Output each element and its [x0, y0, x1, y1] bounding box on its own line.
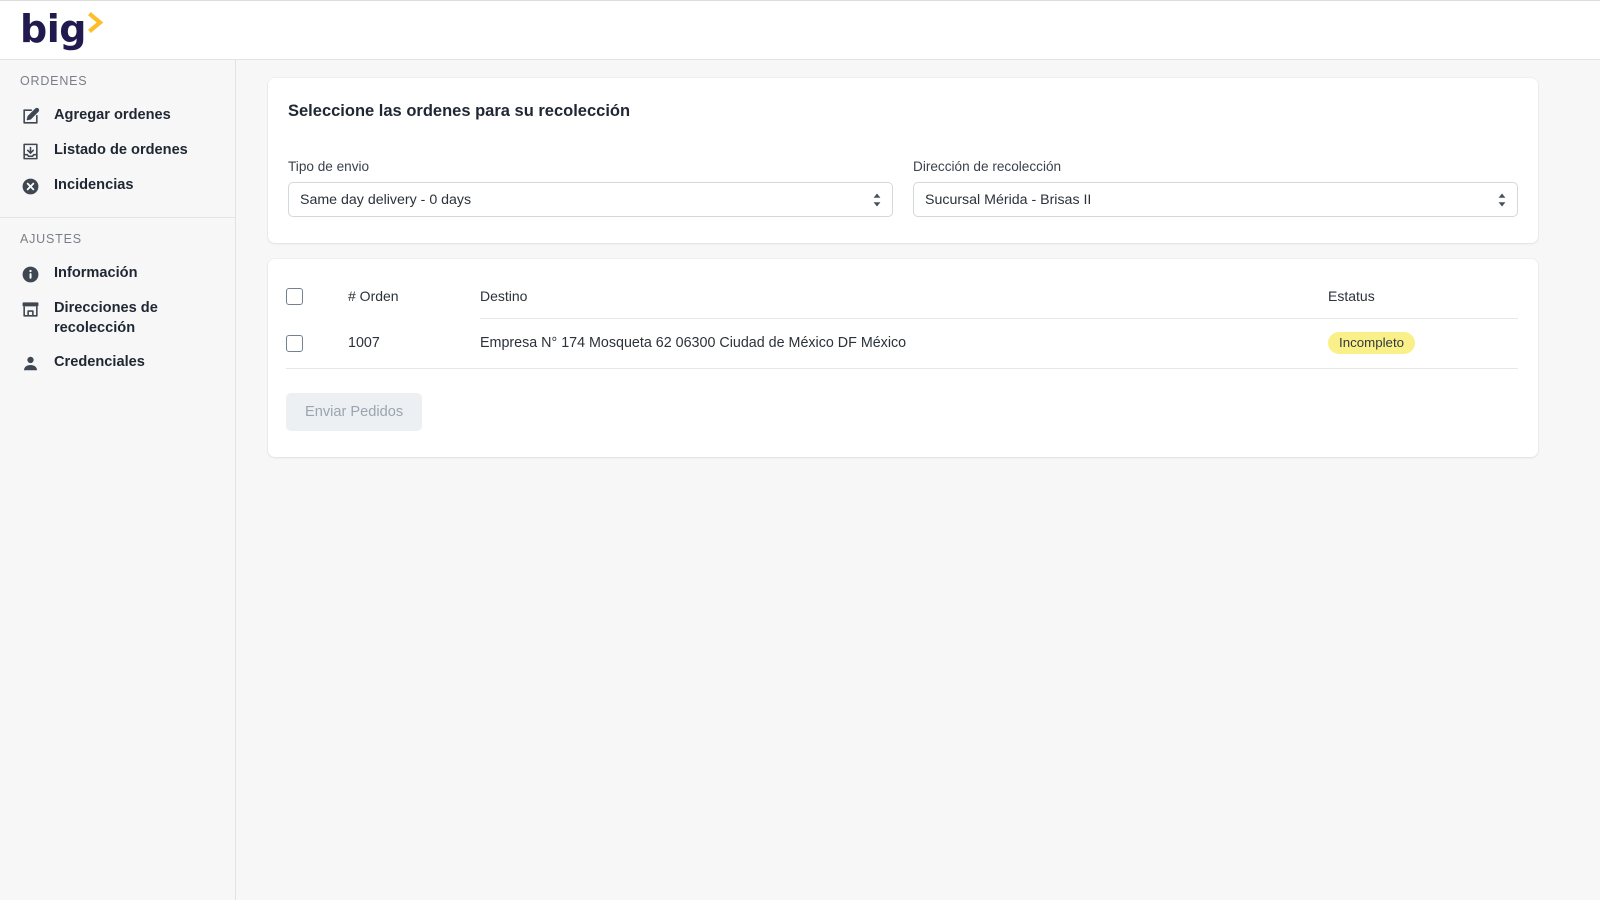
storefront-icon [20, 299, 40, 319]
chevron-right-icon [87, 12, 104, 33]
selection-card: Seleccione las ordenes para su recolecci… [268, 78, 1538, 243]
sidebar-item-listado-de-ordenes[interactable]: Listado de ordenes [0, 133, 235, 168]
column-header-destination: Destino [480, 277, 1328, 320]
logo-text: big [20, 7, 86, 51]
status-badge: Incompleto [1328, 332, 1416, 355]
sidebar-item-label: Agregar ordenes [54, 107, 171, 123]
pickup-address-field: Dirección de recolección Sucursal Mérida… [913, 159, 1518, 217]
orders-card: # Orden Destino Estatus 1007 Empresa N° … [268, 259, 1538, 458]
top-header-bar: big [0, 1, 1600, 60]
send-orders-button[interactable]: Enviar Pedidos [286, 393, 423, 432]
row-select-cell [286, 318, 348, 370]
shipping-type-select-wrap: Same day delivery - 0 days [288, 182, 893, 217]
sidebar-group-title: ORDENES [20, 74, 88, 88]
row-order-number: 1007 [348, 318, 480, 370]
pickup-address-select-wrap: Sucursal Mérida - Brisas II [913, 182, 1518, 217]
row-destination: Empresa N° 174 Mosqueta 62 06300 Ciudad … [480, 318, 1328, 370]
info-circle-icon [20, 264, 40, 284]
sidebar: ORDENES Agregar ordenes Listado de orden… [0, 60, 236, 900]
orders-table-head: # Orden Destino Estatus [286, 277, 1518, 320]
table-header-row: # Orden Destino Estatus [286, 277, 1518, 320]
sidebar-group-title: AJUSTES [20, 232, 82, 246]
sidebar-item-credenciales[interactable]: Credenciales [0, 345, 235, 380]
column-header-order: # Orden [348, 287, 399, 304]
main-content: Seleccione las ordenes para su recolecci… [236, 60, 1600, 900]
sidebar-item-label: Direcciones de recolección [54, 300, 158, 336]
edit-square-icon [20, 106, 40, 126]
page-body: ORDENES Agregar ordenes Listado de orden… [0, 60, 1600, 900]
row-checkbox[interactable] [286, 334, 303, 352]
pickup-address-label: Dirección de recolección [913, 159, 1062, 174]
orders-table: # Orden Destino Estatus 1007 Empresa N° … [286, 277, 1518, 370]
sidebar-item-informacion[interactable]: Información [0, 256, 235, 291]
shipping-type-select[interactable]: Same day delivery - 0 days [288, 182, 893, 217]
inbox-download-icon [20, 141, 40, 161]
table-row[interactable]: 1007 Empresa N° 174 Mosqueta 62 06300 Ci… [286, 318, 1518, 370]
select-all-checkbox[interactable] [286, 287, 303, 305]
orders-table-body: 1007 Empresa N° 174 Mosqueta 62 06300 Ci… [286, 318, 1518, 370]
shipping-type-label: Tipo de envio [288, 159, 370, 174]
sidebar-item-label: Incidencias [54, 177, 134, 193]
sidebar-item-label: Credenciales [54, 354, 145, 370]
app-root: big ORDENES Agregar ordenes Listado de o… [0, 0, 1600, 900]
sidebar-item-incidencias[interactable]: Incidencias [0, 168, 235, 203]
shipping-type-field: Tipo de envio Same day delivery - 0 days [288, 159, 893, 217]
sidebar-group-ordenes: ORDENES Agregar ordenes Listado de orden… [0, 74, 235, 217]
row-status-cell: Incompleto [1328, 318, 1518, 370]
filters-row: Tipo de envio Same day delivery - 0 days [288, 159, 1518, 217]
sidebar-group-ajustes: AJUSTES Información Direcciones de recol… [0, 217, 235, 394]
select-all-header [286, 277, 348, 319]
sidebar-item-direcciones-de-recoleccion[interactable]: Direcciones de recolección [0, 291, 235, 345]
x-circle-icon [20, 176, 40, 196]
pickup-address-select[interactable]: Sucursal Mérida - Brisas II [913, 182, 1518, 217]
column-header-status: Estatus [1328, 277, 1518, 320]
sidebar-item-label: Listado de ordenes [54, 142, 188, 158]
user-icon [20, 353, 40, 373]
sidebar-item-label: Información [54, 265, 138, 281]
page-title: Seleccione las ordenes para su recolecci… [288, 102, 631, 120]
brand-logo[interactable]: big [20, 8, 104, 52]
sidebar-item-agregar-ordenes[interactable]: Agregar ordenes [0, 98, 235, 133]
